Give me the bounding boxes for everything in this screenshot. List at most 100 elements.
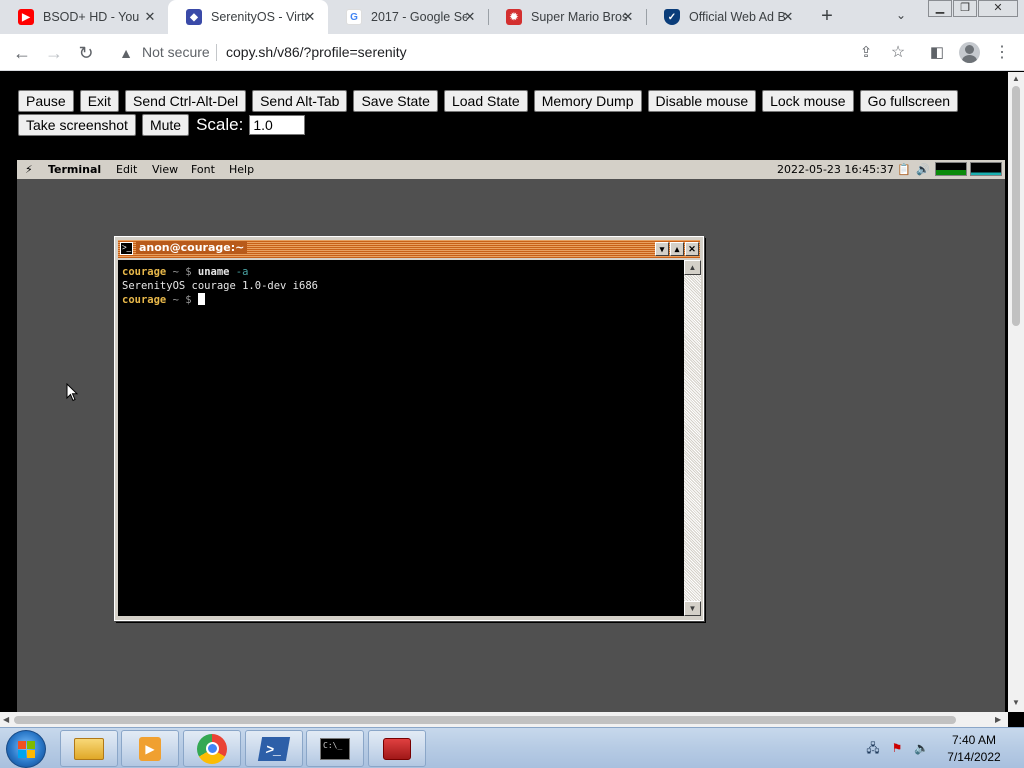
new-tab-icon[interactable]: +: [817, 6, 837, 26]
close-window-icon[interactable]: ✕: [978, 0, 1018, 17]
close-tab-icon[interactable]: ✕: [620, 9, 636, 25]
profile-avatar[interactable]: [959, 42, 980, 63]
media-player-icon[interactable]: ▶: [121, 730, 179, 767]
menu-help[interactable]: Help: [229, 163, 254, 176]
warning-icon[interactable]: ▲: [116, 43, 136, 63]
restore-icon[interactable]: ❐: [953, 0, 977, 17]
exit-button[interactable]: Exit: [79, 90, 120, 112]
youtube-icon: ▶: [18, 9, 34, 25]
lock-mouse-button[interactable]: Lock mouse: [762, 90, 854, 112]
close-icon[interactable]: ✕: [685, 242, 699, 256]
terminal-title: anon@courage:~: [136, 241, 248, 254]
mouse-pointer-icon: [66, 383, 78, 402]
controls-row-2: Take screenshot Mute Scale:: [18, 114, 998, 136]
scroll-down-icon[interactable]: ▼: [684, 601, 701, 616]
scrollbar-thumb[interactable]: [1012, 86, 1020, 326]
serenity-icon: ◆: [186, 9, 202, 25]
command-prompt-icon[interactable]: C:\_: [306, 730, 364, 767]
emulator-screen[interactable]: ⚡ Terminal Edit View Font Help 2022-05-2…: [17, 160, 1005, 712]
text-cursor: [197, 293, 205, 305]
chrome-icon[interactable]: [183, 730, 241, 767]
menu-edit[interactable]: Edit: [116, 163, 137, 176]
close-tab-icon[interactable]: ✕: [462, 9, 478, 25]
tab-adblocker[interactable]: ✓ Official Web Ad Blocker ✕: [646, 0, 806, 34]
send-alt-tab-button[interactable]: Send Alt-Tab: [252, 90, 348, 112]
side-panel-icon[interactable]: ◧: [927, 43, 947, 63]
scroll-left-icon[interactable]: ◀: [3, 715, 9, 724]
security-label[interactable]: Not secure: [142, 44, 210, 60]
file-explorer-icon[interactable]: [60, 730, 118, 767]
menu-font[interactable]: Font: [191, 163, 215, 176]
back-icon[interactable]: ←: [12, 43, 32, 63]
clock-date: 7/14/2022: [947, 750, 1001, 764]
controls-row-1: Pause Exit Send Ctrl-Alt-Del Send Alt-Ta…: [18, 90, 998, 112]
close-tab-icon[interactable]: ✕: [142, 9, 158, 25]
serenity-menubar: ⚡ Terminal Edit View Font Help 2022-05-2…: [17, 160, 1005, 179]
tab-serenity[interactable]: ◆ SerenityOS - Virtual ✕: [168, 0, 328, 34]
menu-app-name[interactable]: Terminal: [48, 163, 101, 176]
tab-mario[interactable]: ✹ Super Mario Bros ✕: [488, 0, 646, 34]
volume-icon[interactable]: 🔈: [914, 741, 929, 755]
terminal-window[interactable]: >_ anon@courage:~ ▾ ▴ ✕ courage ~ $ unam…: [114, 236, 704, 621]
mario-icon: ✹: [506, 9, 522, 25]
powershell-icon[interactable]: >_: [245, 730, 303, 767]
menu-kebab-icon[interactable]: ⋮: [992, 43, 1012, 63]
bookmark-star-icon[interactable]: ☆: [888, 43, 908, 63]
scale-label: Scale:: [196, 115, 244, 134]
save-state-button[interactable]: Save State: [353, 90, 438, 112]
audio-icon[interactable]: 🔊: [916, 163, 930, 176]
scale-input[interactable]: [249, 115, 306, 135]
reload-icon[interactable]: ↻: [76, 43, 96, 63]
toolbox-icon[interactable]: [368, 730, 426, 767]
address-bar[interactable]: copy.sh/v86/?profile=serenity: [226, 44, 407, 60]
page-vertical-scrollbar[interactable]: ▲ ▼: [1008, 72, 1024, 712]
google-icon: G: [346, 9, 362, 25]
start-button-icon[interactable]: [6, 730, 46, 768]
memory-dump-button[interactable]: Memory Dump: [533, 90, 642, 112]
url-divider: [216, 44, 217, 61]
terminal-icon: >_: [120, 242, 133, 255]
scroll-up-icon[interactable]: ▲: [684, 260, 701, 275]
share-icon[interactable]: ⇪: [856, 43, 876, 63]
terminal-output[interactable]: courage ~ $ uname -a SerenityOS courage 1…: [118, 260, 684, 616]
tab-strip: ▶ BSOD+ HD - YouTube ✕ ◆ SerenityOS - Vi…: [0, 0, 1024, 34]
terminal-line: courage ~ $ uname -a: [122, 266, 249, 278]
load-state-button[interactable]: Load State: [443, 90, 528, 112]
terminal-line: SerenityOS courage 1.0-dev i686: [122, 280, 318, 292]
send-ctrl-alt-del-button[interactable]: Send Ctrl-Alt-Del: [125, 90, 247, 112]
minimize-icon[interactable]: ▁: [928, 0, 952, 17]
page-horizontal-scrollbar[interactable]: ◀ ▶: [0, 712, 1008, 727]
tab-youtube[interactable]: ▶ BSOD+ HD - YouTube ✕: [0, 0, 168, 34]
menu-view[interactable]: View: [152, 163, 178, 176]
maximize-icon[interactable]: ▴: [670, 242, 684, 256]
tab-google[interactable]: G 2017 - Google Search ✕: [328, 0, 488, 34]
fullscreen-button[interactable]: Go fullscreen: [859, 90, 959, 112]
close-tab-icon[interactable]: ✕: [780, 9, 796, 25]
shield-icon: ✓: [664, 9, 680, 25]
terminal-scrollbar[interactable]: ▲ ▼: [684, 260, 701, 616]
pause-button[interactable]: Pause: [18, 90, 74, 112]
chevron-down-icon[interactable]: ⌄: [896, 8, 906, 22]
action-center-icon[interactable]: ⚑: [890, 741, 904, 755]
close-tab-icon[interactable]: ✕: [302, 9, 318, 25]
network-icon[interactable]: 🖧: [866, 741, 880, 755]
minimize-icon[interactable]: ▾: [655, 242, 669, 256]
mute-button[interactable]: Mute: [141, 114, 190, 136]
disable-mouse-button[interactable]: Disable mouse: [647, 90, 757, 112]
terminal-titlebar[interactable]: >_ anon@courage:~ ▾ ▴ ✕: [118, 240, 700, 258]
serenity-clock[interactable]: 2022-05-23 16:45:37: [777, 163, 894, 176]
page-content: Pause Exit Send Ctrl-Alt-Del Send Alt-Ta…: [0, 72, 1008, 712]
clock-time: 7:40 AM: [951, 733, 997, 747]
scroll-right-icon[interactable]: ▶: [995, 715, 1001, 724]
browser-toolbar: ← → ↻ ▲ Not secure copy.sh/v86/?profile=…: [0, 34, 1024, 71]
v86-controls: Pause Exit Send Ctrl-Alt-Del Send Alt-Ta…: [18, 90, 998, 138]
scroll-up-icon[interactable]: ▲: [1012, 74, 1020, 83]
take-screenshot-button[interactable]: Take screenshot: [18, 114, 136, 136]
serenity-system-icon[interactable]: ⚡: [25, 163, 33, 176]
taskbar-clock[interactable]: 7:40 AM 7/14/2022: [944, 732, 1004, 766]
cpu-graph: [935, 162, 967, 176]
clipboard-icon[interactable]: 📋: [897, 163, 911, 176]
scrollbar-thumb[interactable]: [14, 716, 956, 724]
forward-icon[interactable]: →: [44, 43, 64, 63]
scroll-down-icon[interactable]: ▼: [1012, 698, 1020, 707]
